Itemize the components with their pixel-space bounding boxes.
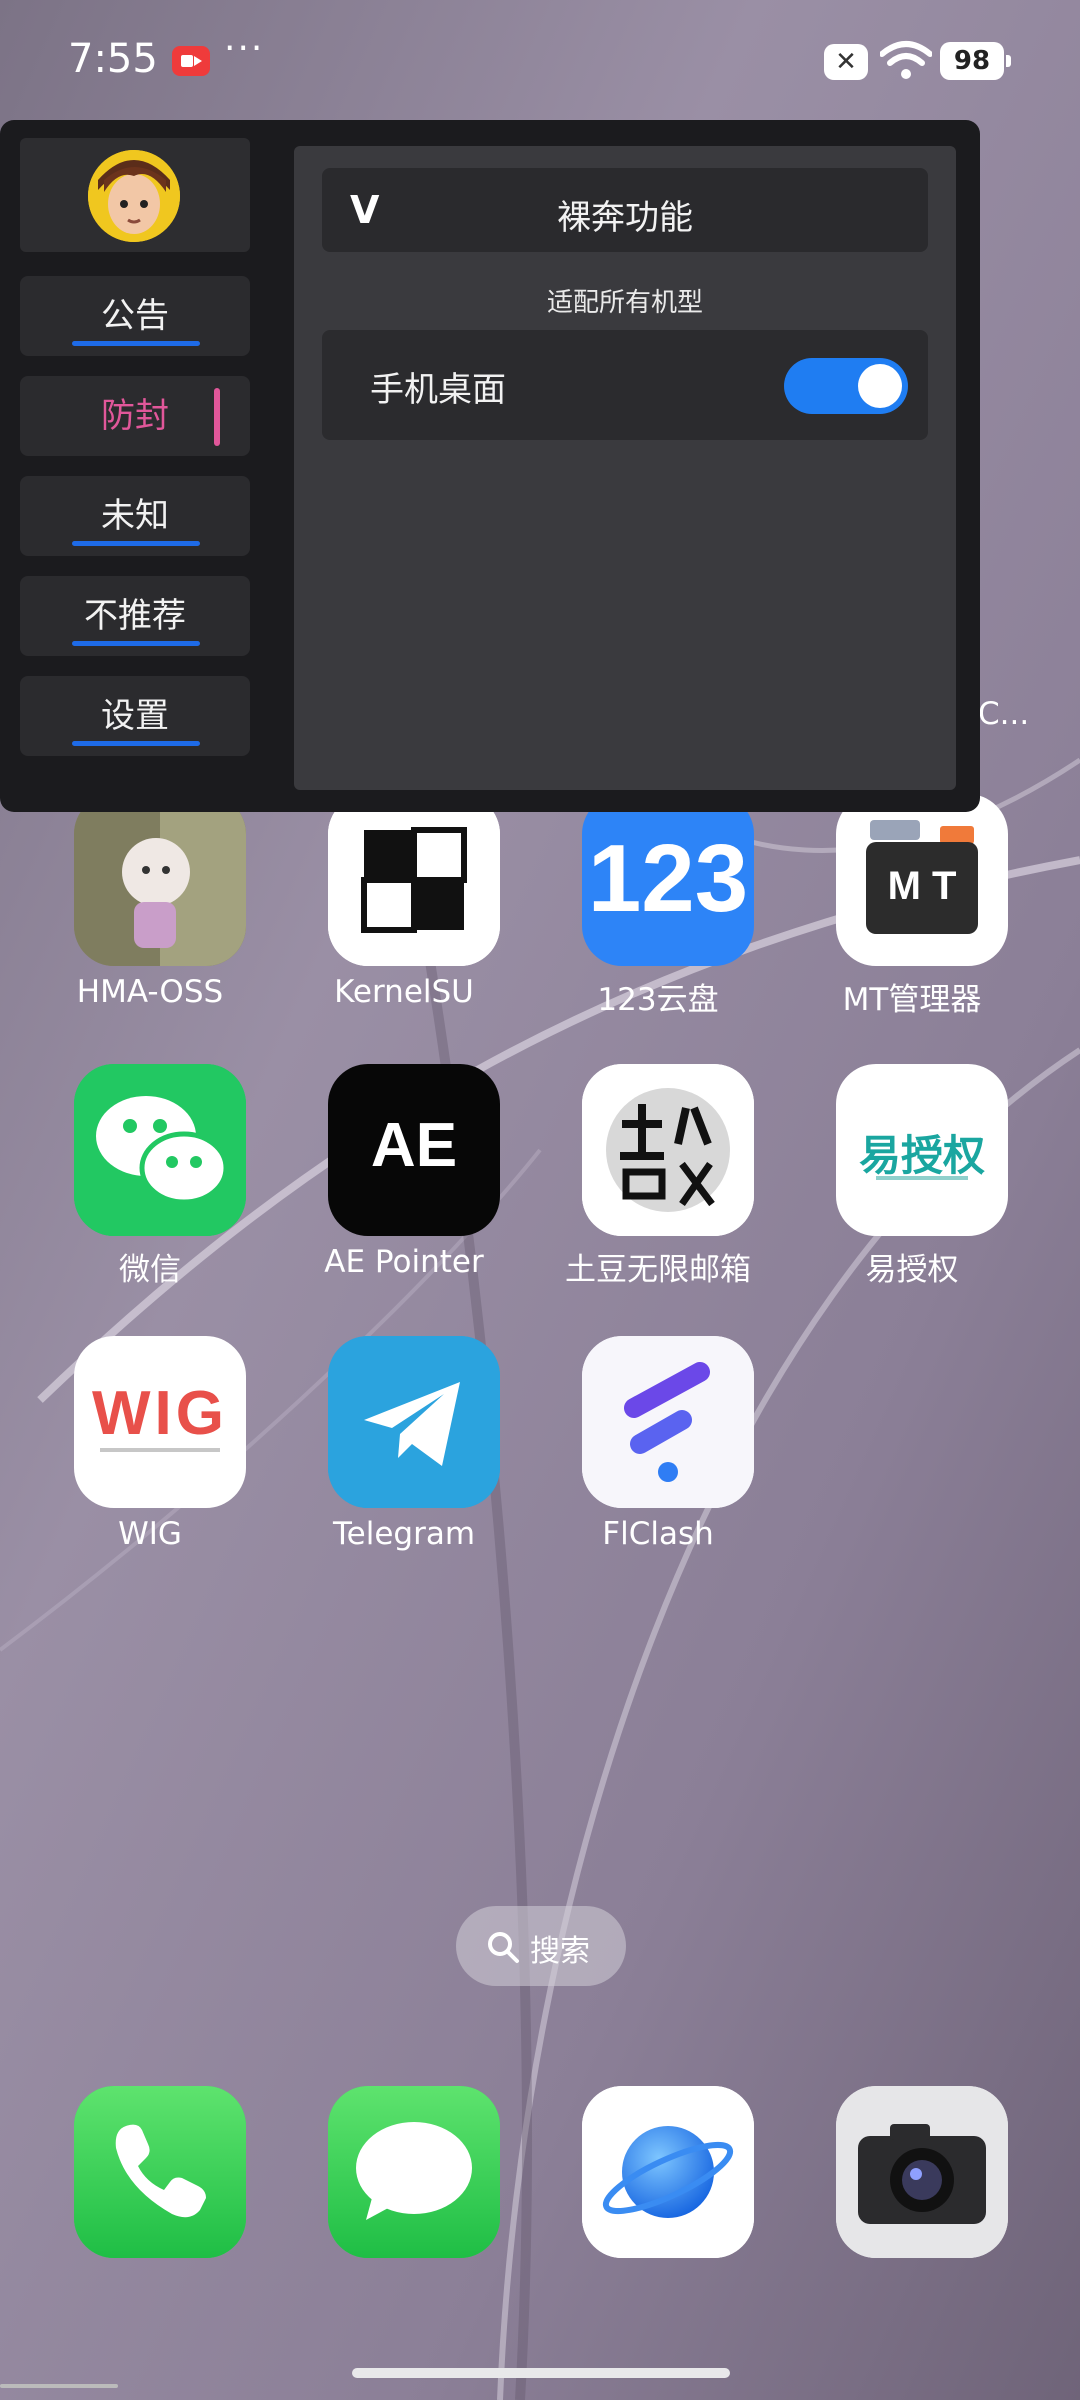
- app-label: 123云盘: [597, 982, 719, 1018]
- no-sim-icon: ✕: [824, 44, 868, 80]
- nav-label: 未知: [101, 496, 169, 536]
- avatar[interactable]: [88, 150, 180, 242]
- status-bar: 7:55 ··· ✕ 98: [0, 0, 1080, 120]
- app-wig[interactable]: WIG WIG: [28, 1336, 268, 1576]
- icon-text: M T: [887, 864, 957, 908]
- nav-label: 公告: [101, 296, 169, 336]
- browser-icon[interactable]: [582, 2086, 754, 2258]
- toggle-label: 手机桌面: [370, 370, 506, 410]
- app-label: Telegram: [332, 1516, 476, 1552]
- app-hma-oss[interactable]: HMA-OSS: [28, 794, 268, 1034]
- app-wechat[interactable]: 微信: [28, 1064, 268, 1304]
- nav-item-unknown[interactable]: 未知: [20, 476, 250, 556]
- search-label: 搜索: [530, 1934, 590, 1969]
- telegram-icon: [328, 1336, 500, 1508]
- mt-manager-icon: M T: [836, 794, 1008, 966]
- app-yi-auth[interactable]: 易授权 易授权: [790, 1064, 1030, 1304]
- app-label: AE Pointer: [324, 1244, 484, 1280]
- app-ae-pointer[interactable]: AE AE Pointer: [282, 1064, 522, 1304]
- phone-icon[interactable]: [74, 2086, 246, 2258]
- search-icon: [488, 1932, 519, 1963]
- status-time: 7:55: [68, 36, 158, 82]
- app-label: KernelSU: [334, 974, 474, 1010]
- nav-underline: [72, 641, 200, 646]
- app-123-cloud[interactable]: 123 123云盘: [536, 794, 776, 1034]
- edge-handle: [0, 2384, 118, 2388]
- active-indicator: [214, 388, 220, 446]
- app-kernelsu[interactable]: KernelSU: [282, 794, 522, 1034]
- toggle-knob: [858, 364, 902, 408]
- nav-item-anti-ban[interactable]: 防封: [20, 376, 250, 456]
- cheat-menu-overlay: 公告 防封 未知 不推荐 设置 V 裸奔功能 适配所有机型 手机桌面: [0, 120, 980, 812]
- app-label: HMA-OSS: [76, 974, 224, 1010]
- section-subtitle: 适配所有机型: [546, 288, 703, 318]
- nav-item-settings[interactable]: 设置: [20, 676, 250, 756]
- messages-icon[interactable]: [328, 2086, 500, 2258]
- icon-text: 易授权: [858, 1131, 985, 1180]
- home-indicator[interactable]: [352, 2368, 730, 2378]
- app-label: 易授权: [865, 1252, 959, 1288]
- nav-label: 不推荐: [84, 596, 186, 636]
- nav-underline: [72, 741, 200, 746]
- app-label: FlClash: [602, 1516, 714, 1552]
- wechat-icon: [74, 1064, 246, 1236]
- app-label: 微信: [119, 1252, 181, 1288]
- flclash-icon: [582, 1336, 754, 1508]
- screen-record-icon: [172, 46, 210, 76]
- app-flclash[interactable]: FlClash: [536, 1336, 776, 1576]
- icon-text: WIG: [92, 1379, 228, 1448]
- section-header[interactable]: V 裸奔功能: [322, 168, 928, 252]
- content-panel: V 裸奔功能 适配所有机型 手机桌面: [294, 146, 956, 790]
- yi-auth-icon: 易授权: [836, 1064, 1008, 1236]
- battery-icon: 98: [940, 42, 1011, 80]
- app-label: MT管理器: [842, 982, 982, 1018]
- phone-desktop-toggle[interactable]: [784, 358, 908, 414]
- wig-icon: WIG: [74, 1336, 246, 1508]
- app-mt-manager[interactable]: M T MT管理器: [790, 794, 1030, 1034]
- ae-pointer-icon: AE: [328, 1064, 500, 1236]
- app-label: WIG: [118, 1516, 182, 1552]
- 123-cloud-icon: 123: [582, 794, 754, 966]
- section-title: 裸奔功能: [557, 198, 693, 238]
- hma-oss-icon: [74, 794, 246, 966]
- nav-item-announcement[interactable]: 公告: [20, 276, 250, 356]
- nav-underline: [72, 341, 200, 346]
- nav-underline: [72, 541, 200, 546]
- nav-item-not-recommended[interactable]: 不推荐: [20, 576, 250, 656]
- app-tudou-mail[interactable]: 土豆无限邮箱: [536, 1064, 776, 1304]
- search-button[interactable]: 搜索: [456, 1906, 626, 1986]
- icon-text: AE: [370, 1111, 458, 1180]
- icon-text: 123: [587, 825, 749, 932]
- camera-icon[interactable]: [836, 2086, 1008, 2258]
- app-telegram[interactable]: Telegram: [282, 1336, 522, 1576]
- kernelsu-icon: [328, 794, 500, 966]
- nav-label: 设置: [101, 696, 169, 736]
- wifi-icon: [880, 41, 932, 79]
- toggle-row-phone-desktop: 手机桌面: [322, 330, 928, 440]
- partial-app-label[interactable]: C...: [978, 696, 1029, 732]
- app-label: 土豆无限邮箱: [565, 1252, 751, 1288]
- avatar-box: [20, 138, 250, 252]
- tudou-mail-icon: [582, 1064, 754, 1236]
- more-notifications-icon: ···: [224, 28, 265, 69]
